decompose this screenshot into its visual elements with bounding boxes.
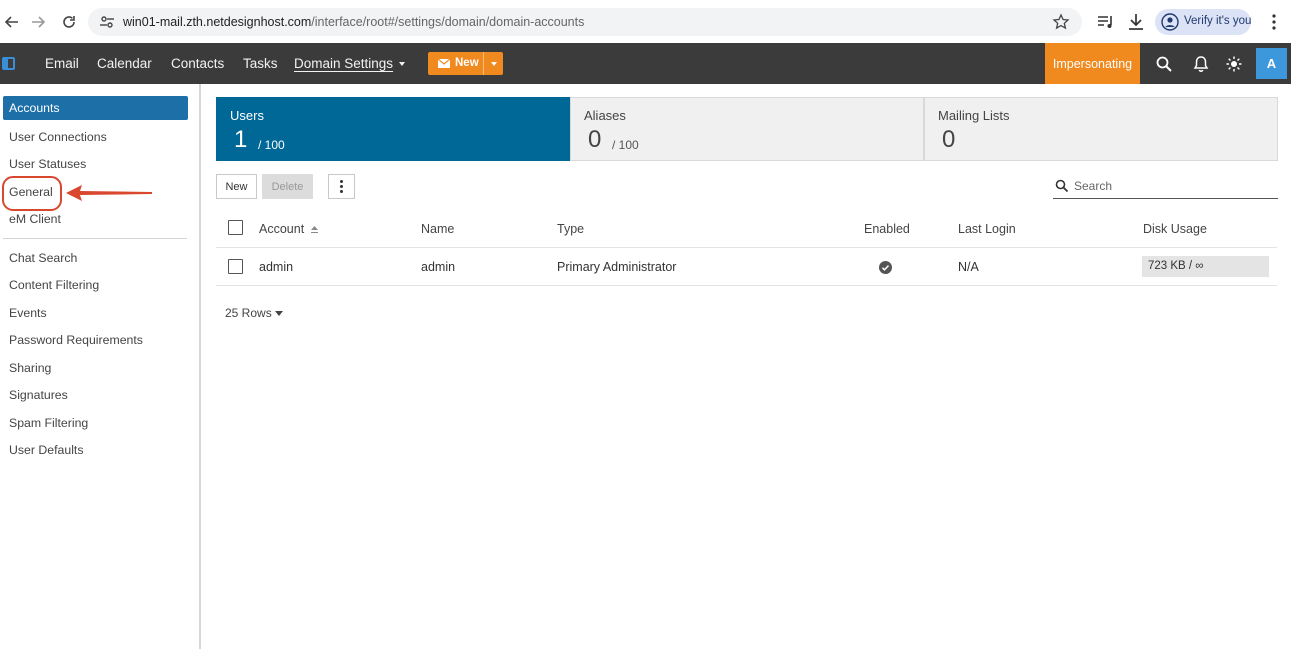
search-icon (1055, 179, 1069, 193)
bookmark-star-icon[interactable] (1052, 13, 1070, 31)
avatar[interactable]: A (1256, 48, 1287, 79)
sun-icon[interactable] (1225, 55, 1243, 73)
more-vert-icon[interactable] (1264, 12, 1284, 32)
new-item-main[interactable]: New (428, 52, 483, 75)
search-icon[interactable] (1155, 55, 1173, 73)
stat-label: Aliases (584, 108, 626, 123)
check-circle-icon (879, 261, 892, 274)
sidebar-item-user-defaults[interactable]: User Defaults (3, 438, 188, 462)
column-header-name[interactable]: Name (421, 222, 454, 236)
address-bar[interactable]: win01-mail.zth.netdesignhost.com/interfa… (88, 8, 1082, 36)
sidebar-item-signatures[interactable]: Signatures (3, 383, 188, 407)
row-checkbox[interactable] (228, 259, 243, 274)
cell-type: Primary Administrator (557, 260, 677, 274)
cell-account[interactable]: admin (259, 260, 293, 274)
media-controls-icon[interactable] (1096, 12, 1116, 32)
sidebar-item-password-requirements[interactable]: Password Requirements (3, 328, 188, 352)
stat-label: Users (230, 108, 264, 123)
sidebar-item-events[interactable]: Events (3, 301, 188, 325)
chevron-down-icon (491, 62, 497, 66)
site-settings-icon[interactable] (98, 13, 116, 31)
column-header-last-login[interactable]: Last Login (958, 222, 1016, 236)
annotation-highlight-circle (2, 176, 62, 211)
new-item-dropdown[interactable] (483, 52, 503, 75)
select-all-checkbox[interactable] (228, 220, 243, 235)
new-item-button[interactable]: New (428, 52, 503, 75)
chevron-down-icon (399, 62, 405, 66)
stat-card-aliases[interactable]: Aliases 0 / 100 (570, 97, 924, 161)
rows-per-page-select[interactable]: 25 Rows (225, 306, 272, 320)
stat-max: / 100 (612, 138, 639, 152)
settings-sidebar: Accounts User Connections User Statuses … (0, 84, 201, 649)
column-header-disk-usage[interactable]: Disk Usage (1143, 222, 1207, 236)
bell-icon[interactable] (1192, 55, 1210, 73)
sidebar-item-content-filtering[interactable]: Content Filtering (3, 273, 188, 297)
more-actions-button[interactable] (328, 174, 355, 199)
stat-card-mailing-lists[interactable]: Mailing Lists 0 (924, 97, 1278, 161)
impersonating-button[interactable]: Impersonating (1045, 43, 1140, 84)
delete-button[interactable]: Delete (262, 174, 313, 199)
sidebar-item-chat-search[interactable]: Chat Search (3, 246, 188, 270)
nav-tasks[interactable]: Tasks (243, 56, 278, 71)
search-input[interactable] (1074, 177, 1274, 195)
new-account-button[interactable]: New (216, 174, 257, 199)
sidebar-item-sharing[interactable]: Sharing (3, 356, 188, 380)
sidebar-item-accounts[interactable]: Accounts (3, 96, 188, 120)
search-box[interactable] (1053, 174, 1278, 199)
sidebar-item-spam-filtering[interactable]: Spam Filtering (3, 411, 188, 435)
stat-value: 0 (942, 126, 956, 153)
cell-disk-usage: 723 KB / ∞ (1148, 260, 1204, 272)
sort-icon[interactable] (310, 226, 319, 234)
sidebar-item-user-connections[interactable]: User Connections (3, 125, 188, 149)
column-header-type[interactable]: Type (557, 222, 584, 236)
stat-value: 0 (588, 126, 602, 153)
nav-contacts[interactable]: Contacts (171, 56, 224, 71)
nav-domain-settings[interactable]: Domain Settings (294, 56, 393, 71)
disk-usage-bar: 723 KB / ∞ (1142, 256, 1269, 277)
table-header-divider (216, 247, 1277, 248)
chevron-down-icon[interactable] (275, 311, 283, 316)
forward-icon[interactable] (27, 11, 49, 33)
sidebar-item-user-statuses[interactable]: User Statuses (3, 152, 188, 176)
stat-card-users[interactable]: Users 1 / 100 (216, 97, 570, 161)
annotation-arrow-icon (66, 185, 152, 201)
stat-label: Mailing Lists (938, 108, 1010, 123)
envelope-icon (438, 59, 450, 68)
stat-value: 1 (234, 126, 248, 153)
profile-label: Verify it's you (1184, 15, 1252, 27)
column-header-account[interactable]: Account (259, 222, 304, 236)
table-row-divider (216, 285, 1277, 286)
nav-email[interactable]: Email (45, 56, 79, 71)
browser-toolbar: win01-mail.zth.netdesignhost.com/interfa… (0, 0, 1291, 43)
cell-last-login: N/A (958, 260, 979, 274)
sidebar-divider (3, 238, 187, 239)
cell-name: admin (421, 260, 456, 274)
sidebar-toggle-icon[interactable] (2, 57, 15, 70)
more-vert-icon (340, 180, 343, 193)
new-item-label: New (455, 57, 479, 69)
nav-calendar[interactable]: Calendar (97, 56, 152, 71)
back-icon[interactable] (1, 11, 23, 33)
stat-max: / 100 (258, 138, 285, 152)
profile-button[interactable]: Verify it's you (1155, 9, 1251, 35)
download-icon[interactable] (1126, 12, 1146, 32)
reload-icon[interactable] (58, 11, 80, 33)
column-header-enabled[interactable]: Enabled (864, 222, 910, 236)
account-circle-icon (1161, 13, 1179, 31)
url-text: win01-mail.zth.netdesignhost.com/interfa… (123, 15, 585, 29)
